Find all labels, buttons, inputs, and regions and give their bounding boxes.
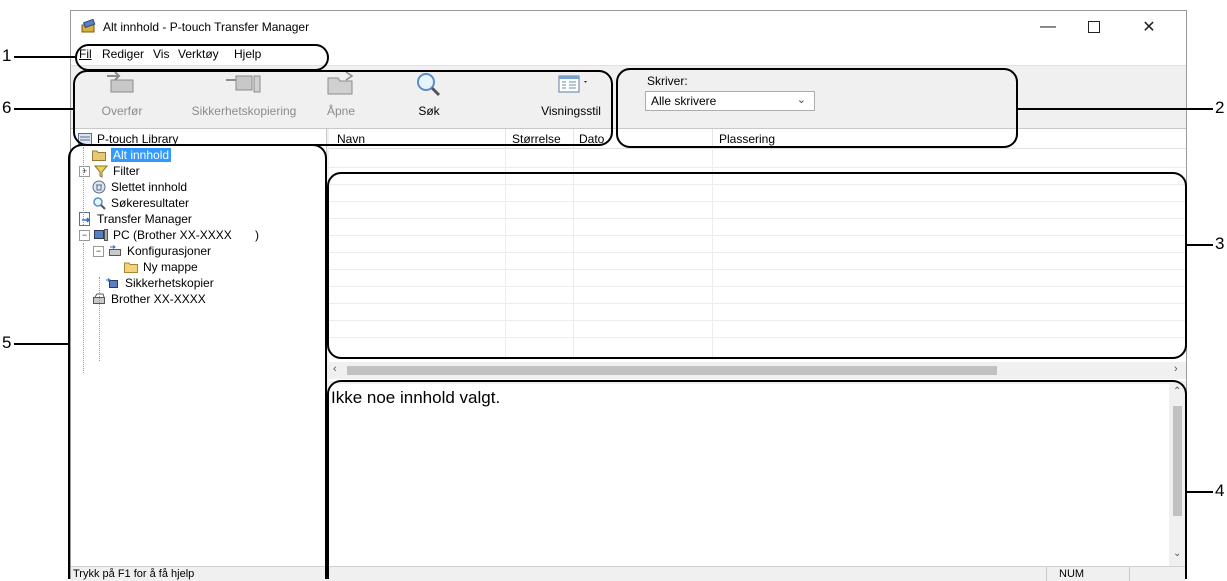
callout-number-2: 2 (1215, 98, 1225, 117)
grid-line (329, 167, 1186, 168)
callout-leader-1 (14, 56, 75, 58)
callout-leader-6 (14, 108, 73, 110)
callout-number-5: 5 (2, 333, 12, 352)
callout-leader-3 (1187, 244, 1213, 246)
maximize-button[interactable] (1071, 11, 1117, 43)
callout-number-6: 6 (2, 98, 12, 117)
minimize-icon: — (1040, 18, 1056, 35)
horizontal-scroll-thumb[interactable] (347, 366, 997, 375)
callout-frame-5 (68, 144, 327, 579)
scroll-left-icon[interactable]: ‹ (333, 363, 337, 375)
horizontal-scrollbar[interactable]: ‹ › (329, 362, 1186, 379)
callout-frame-6 (73, 70, 613, 146)
callout-leader-2 (1018, 108, 1213, 110)
callout-frame-4 (327, 380, 1187, 579)
app-icon (81, 19, 96, 33)
minimize-button[interactable]: — (1025, 11, 1071, 43)
callout-frame-1 (75, 44, 329, 71)
close-icon: ✕ (1142, 19, 1156, 36)
callout-frame-3 (327, 172, 1187, 359)
title-bar: Alt innhold - P-touch Transfer Manager —… (71, 11, 1186, 43)
window-title: Alt innhold - P-touch Transfer Manager (103, 20, 310, 34)
callout-number-3: 3 (1215, 234, 1225, 253)
callout-number-1: 1 (2, 46, 12, 65)
callout-leader-4 (1187, 491, 1213, 493)
callout-leader-5 (14, 343, 68, 345)
callout-frame-2 (616, 68, 1018, 148)
callout-number-4: 4 (1215, 481, 1225, 500)
scroll-right-icon[interactable]: › (1174, 363, 1178, 375)
close-button[interactable]: ✕ (1126, 11, 1172, 43)
maximize-icon (1088, 21, 1100, 33)
